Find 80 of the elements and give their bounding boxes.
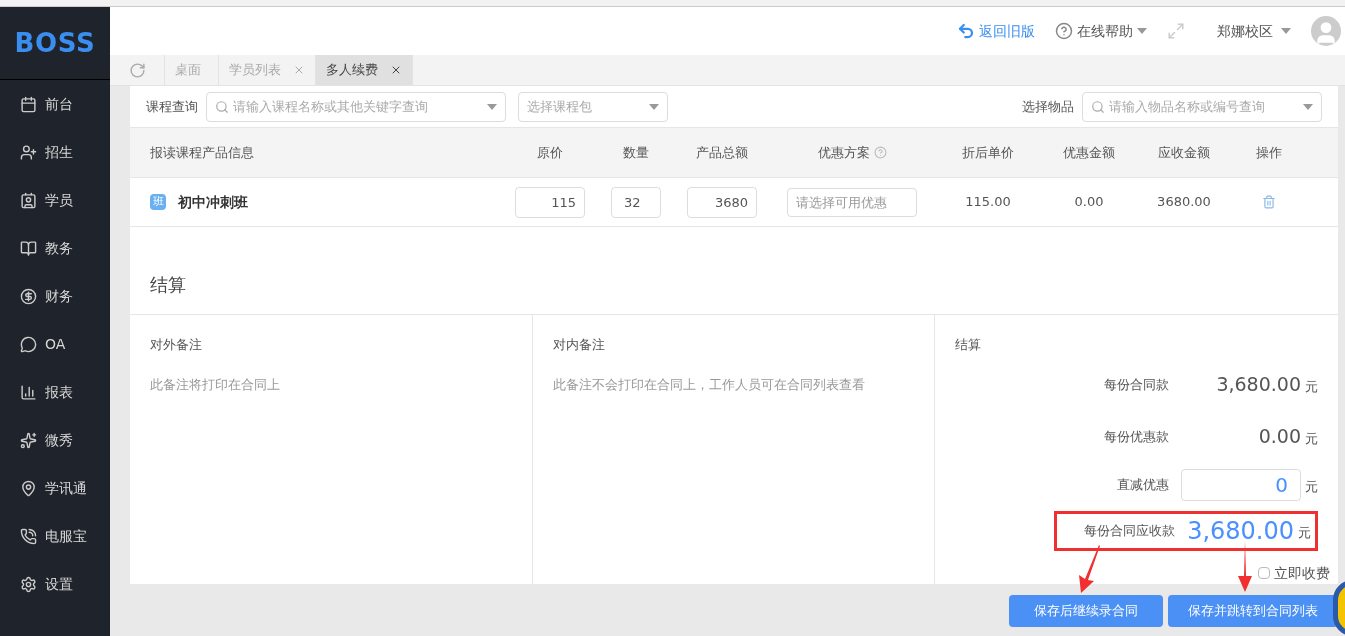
external-note-field[interactable]: 此备注将打印在合同上 [150,374,512,564]
class-badge: 班 [150,194,166,210]
column-header: 数量 [623,143,649,162]
column-header: 操作 [1256,143,1282,162]
collect-now-checkbox[interactable]: 立即收费 [955,562,1330,584]
settings-icon [20,575,37,593]
quantity-input[interactable]: 32 [611,186,661,218]
caret-icon [1137,28,1147,34]
column-header: 应收金额 [1158,143,1210,162]
column-header: 原价 [537,143,563,162]
note-label: 对内备注 [553,336,606,354]
column-header: 折后单价 [962,143,1014,162]
note-label: 对外备注 [150,336,203,354]
sidebar-item[interactable]: 设置 [0,560,110,608]
search-icon [215,99,229,114]
sidebar-item[interactable]: 报表 [0,368,110,416]
undo-icon [957,22,975,40]
sidebar-item[interactable]: 招生 [0,128,110,176]
back-old-version-link[interactable]: 返回旧版 [957,20,1035,42]
help-menu[interactable]: 在线帮助 [1055,20,1147,42]
caret-icon [1303,103,1313,110]
logo: BOSS [14,26,96,60]
sidebar-item[interactable]: 电服宝 [0,512,110,560]
total-input[interactable]: 3680 [687,186,757,218]
course-name: 初中冲刺班 [178,192,248,212]
help-icon [873,146,887,159]
sidebar-item[interactable]: 财务 [0,272,110,320]
bar-chart-icon [20,383,37,401]
unit-text: 元 [1305,477,1318,496]
internal-note-field[interactable]: 此备注不会打印在合同上，工作人员可在合同列表查看 [553,374,914,564]
caret-icon [1281,28,1291,34]
price-input[interactable]: 115 [515,186,585,218]
summary-label: 每份优惠款 [1103,427,1170,446]
search-icon [1091,99,1105,114]
discount-select[interactable]: 请选择可用优惠 [787,187,917,217]
table-cell-text: 115.00 [965,193,1011,212]
map-pin-icon [20,479,37,497]
sidebar-item[interactable]: OA [0,320,110,368]
help-icon [1055,22,1073,40]
phone-icon [20,527,37,545]
caret-icon [487,103,497,110]
summary-value: 3,680.00 [1215,372,1301,398]
book-icon [20,239,37,257]
summary-label: 每份合同应收款 [1084,521,1177,540]
sidebar-item[interactable]: 教务 [0,224,110,272]
sidebar-item[interactable]: 学员 [0,176,110,224]
unit-text: 元 [1305,429,1318,448]
avatar[interactable] [1311,16,1341,46]
coin-icon [20,287,37,305]
unit-text: 元 [1305,377,1318,396]
refresh-icon[interactable] [128,61,146,79]
summary-label: 直减优惠 [1116,475,1170,494]
unit-text: 元 [1298,523,1311,542]
sidebar-item[interactable]: 学讯通 [0,464,110,512]
total-amount: 3,680.00 [1187,515,1294,547]
goods-label: 选择物品 [1022,97,1074,116]
user-add-icon [20,143,37,161]
summary-value: 0.00 [1257,424,1301,450]
close-icon[interactable] [390,64,402,76]
caret-icon [649,103,659,110]
column-header: 优惠方案 [817,143,870,162]
delete-icon[interactable] [1262,195,1276,209]
chat-bubble-icon [20,335,37,353]
table-cell-text: 3680.00 [1157,193,1211,212]
column-header: 优惠金额 [1063,143,1115,162]
column-header: 报读课程产品信息 [150,143,254,162]
sparkle-icon [20,431,37,449]
summary-label: 每份合同款 [1103,375,1170,394]
section-title: 结算 [150,273,186,297]
column-header: 产品总额 [696,143,748,162]
sidebar-item[interactable]: 微秀 [0,416,110,464]
sidebar-item[interactable]: 前台 [0,80,110,128]
summary-title: 结算 [955,336,982,354]
campus-menu[interactable]: 郑娜校区 [1217,20,1291,42]
calendar-icon [20,95,37,113]
contact-card-icon [20,191,37,209]
page-tab[interactable]: 多人续费 [316,55,413,85]
fullscreen-icon[interactable] [1167,22,1185,40]
table-cell-text: 0.00 [1074,193,1104,212]
course-query-label: 课程查询 [146,97,198,116]
